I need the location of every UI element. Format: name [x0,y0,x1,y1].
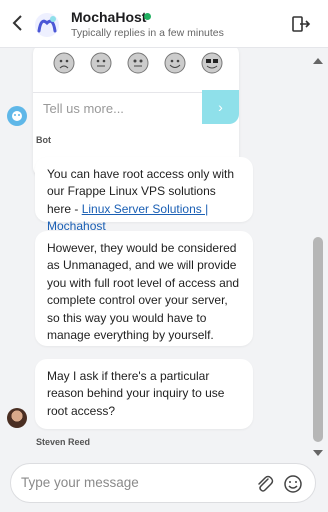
chat-messages[interactable]: Tell us more... › Bot You can have root … [0,48,310,458]
message-composer[interactable]: Type your message [10,463,316,503]
message-input-placeholder: Type your message [21,475,139,490]
smiley-icon [284,475,302,493]
bot-avatar [7,106,27,126]
attach-button[interactable] [255,474,275,494]
rating-faces [53,52,223,74]
message-bubble: However, they would be considered as Unm… [35,231,253,346]
flat-face-icon[interactable] [127,52,149,74]
feedback-placeholder: Tell us more... [43,101,124,116]
very-sad-face-icon[interactable] [53,52,75,74]
exit-icon [292,16,311,32]
message-bubble: You can have root access only with our F… [35,157,253,233]
message-text: May I ask if there's a particular reason… [47,369,225,418]
message-text: However, they would be considered as Unm… [47,241,240,342]
happy-face-icon[interactable] [164,52,186,74]
chat-scrollbar[interactable] [311,57,325,457]
bot-label: Bot [36,135,51,145]
message-bubble: May I ask if there's a particular reason… [35,359,253,429]
paperclip-icon [258,475,274,492]
online-status-dot [144,13,151,20]
header-title: MochaHost [71,9,147,25]
scroll-up-arrow-icon[interactable] [313,58,323,64]
feedback-send-button[interactable]: › [202,90,239,124]
mochahost-logo [33,11,61,39]
chevron-right-icon: › [218,99,223,115]
cool-sunglasses-face-icon[interactable] [201,52,223,74]
back-button[interactable] [7,11,27,35]
agent-name: Steven Reed [36,437,91,447]
agent-avatar [7,408,27,428]
exit-chat-button[interactable] [291,14,311,34]
header-subtitle: Typically replies in a few minutes [71,27,224,39]
emoji-button[interactable] [283,474,303,494]
chevron-left-icon [12,15,22,31]
chat-header: MochaHost Typically replies in a few min… [0,0,328,48]
scroll-down-arrow-icon[interactable] [313,450,323,456]
neutral-face-icon[interactable] [90,52,112,74]
scrollbar-thumb[interactable] [313,237,323,442]
